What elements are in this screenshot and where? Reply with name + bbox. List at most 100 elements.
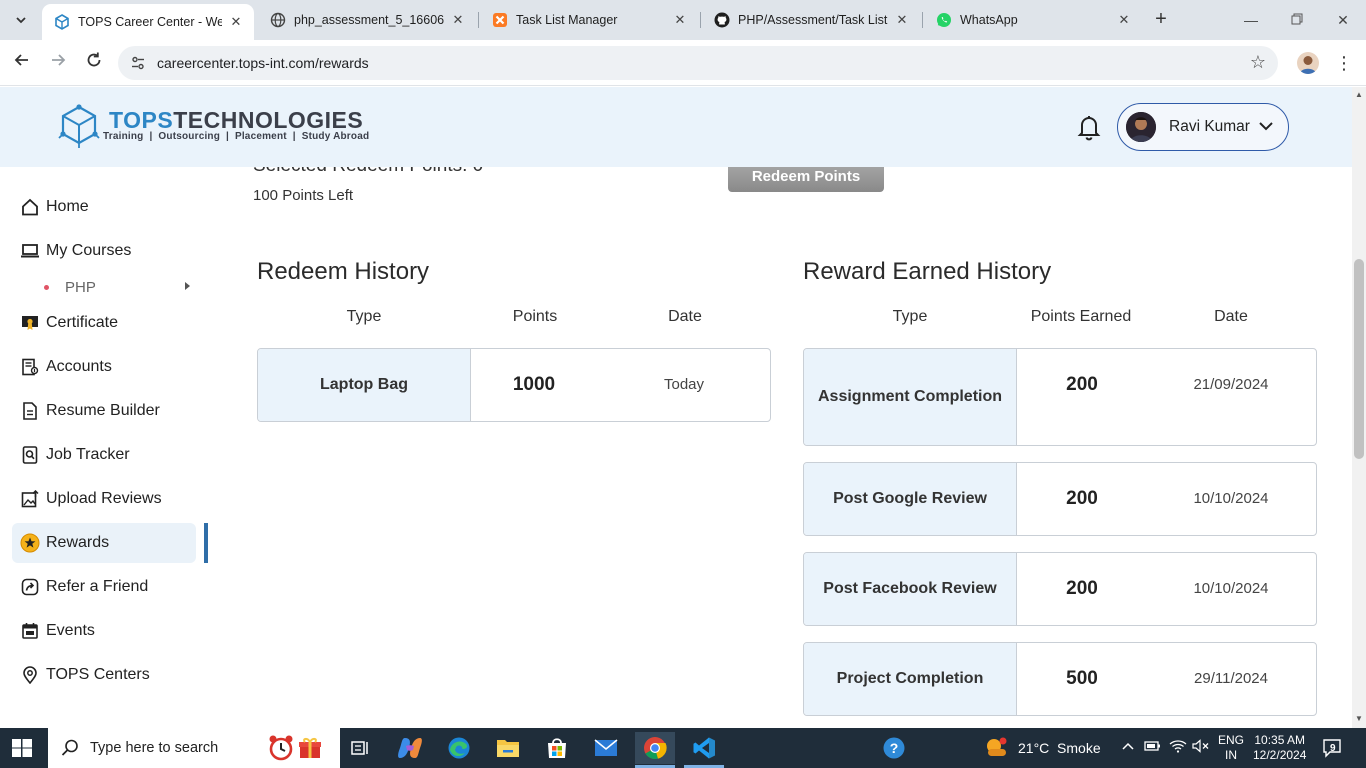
tab-title: Task List Manager — [516, 13, 618, 27]
task-view-button[interactable] — [340, 732, 380, 764]
rewards-main: Selected Redeem Points: 0 100 Points Lef… — [209, 167, 1352, 728]
row-date: 10/10/2024 — [1193, 490, 1269, 507]
accounts-icon — [20, 357, 40, 377]
tray-chevron-up-icon[interactable] — [1121, 739, 1135, 756]
taskbar-search-box[interactable]: Type here to search — [48, 728, 340, 768]
tab-task-list-manager[interactable]: Task List Manager ✕ — [480, 4, 698, 36]
address-bar[interactable]: careercenter.tops-int.com/rewards ☆ — [118, 46, 1278, 80]
minimize-button[interactable]: — — [1236, 8, 1266, 32]
volume-muted-icon[interactable] — [1192, 739, 1210, 756]
tab-search-dropdown[interactable] — [8, 7, 34, 33]
folder-icon — [497, 740, 519, 757]
chrome-button[interactable] — [635, 732, 675, 768]
browser-menu-icon[interactable]: ⋮ — [1334, 52, 1354, 74]
profile-avatar[interactable] — [1297, 52, 1319, 74]
sidebar-item-rewards[interactable]: Rewards — [12, 523, 196, 563]
close-tab-icon[interactable]: ✕ — [228, 14, 244, 30]
edge-button[interactable] — [439, 732, 479, 764]
tab-whatsapp[interactable]: WhatsApp ✕ — [924, 4, 1142, 36]
page-scrollbar[interactable]: ▲ ▼ — [1352, 87, 1366, 728]
close-tab-icon[interactable]: ✕ — [894, 12, 910, 28]
vscode-button[interactable] — [684, 732, 724, 768]
scroll-up-arrow[interactable]: ▲ — [1354, 90, 1364, 100]
reload-icon — [87, 52, 101, 67]
sidebar-item-accounts[interactable]: Accounts — [12, 347, 196, 387]
forward-button[interactable] — [46, 51, 70, 75]
sidebar-item-label: Certificate — [46, 314, 119, 331]
windows-taskbar: Type here to search ? 21°C Smoke ENG IN … — [0, 728, 1366, 768]
tab-tops-career-center[interactable]: TOPS Career Center - Welcome ✕ — [42, 4, 254, 40]
restore-button[interactable] — [1282, 8, 1312, 32]
row-points: 500 — [1066, 668, 1098, 689]
vscode-icon — [693, 737, 715, 759]
sidebar-item-home[interactable]: Home — [12, 187, 196, 227]
system-clock[interactable]: 10:35 AM 12/2/2024 — [1253, 733, 1306, 763]
close-window-button[interactable]: ✕ — [1328, 8, 1358, 32]
sidebar-subitem-php[interactable]: PHP — [44, 277, 194, 297]
chrome-icon — [644, 737, 667, 760]
redeem-points-button[interactable]: Redeem Points — [728, 167, 884, 192]
site-header: TOPSTECHNOLOGIES Training | Outsourcing … — [0, 87, 1352, 167]
task-view-icon — [351, 741, 368, 755]
windows-start-button[interactable] — [10, 736, 34, 760]
reload-button[interactable] — [82, 51, 106, 75]
caret-right-icon — [185, 282, 190, 290]
wifi-icon[interactable] — [1169, 739, 1187, 756]
scroll-down-arrow[interactable]: ▼ — [1354, 714, 1364, 724]
job-tracker-icon — [20, 445, 40, 465]
gift-icon[interactable] — [298, 736, 322, 765]
alarm-clock-icon[interactable] — [268, 734, 294, 767]
back-button[interactable] — [10, 51, 34, 75]
tab-separator — [922, 12, 923, 28]
language-indicator[interactable]: ENG IN — [1218, 733, 1244, 763]
copilot-button[interactable] — [390, 732, 430, 764]
search-icon — [61, 739, 78, 756]
sidebar-item-job-tracker[interactable]: Job Tracker — [12, 435, 196, 475]
battery-icon[interactable] — [1144, 739, 1162, 756]
bookmark-star-icon[interactable]: ☆ — [1250, 52, 1266, 73]
chevron-down-icon — [16, 17, 26, 24]
row-type: Project Completion — [804, 643, 1017, 715]
mail-button[interactable] — [586, 732, 626, 764]
redeem-col-type: Type — [346, 308, 382, 325]
sidebar-item-certificate[interactable]: Certificate — [12, 303, 196, 343]
tab-php-assessment[interactable]: php_assessment_5_1660646 ✕ — [258, 4, 476, 36]
microsoft-store-button[interactable] — [537, 732, 577, 764]
active-indicator — [204, 523, 208, 563]
sidebar-item-upload-reviews[interactable]: Upload Reviews — [12, 479, 196, 519]
windows-logo-icon — [12, 739, 32, 757]
home-icon — [20, 197, 40, 217]
sidebar-item-resume-builder[interactable]: Resume Builder — [12, 391, 196, 431]
certificate-icon — [20, 313, 40, 333]
close-tab-icon[interactable]: ✕ — [1116, 12, 1132, 28]
sidebar-item-tops-centers[interactable]: TOPS Centers — [12, 655, 196, 695]
new-tab-button[interactable]: + — [1148, 8, 1174, 32]
sidebar-item-refer-a-friend[interactable]: Refer a Friend — [12, 567, 196, 607]
user-menu-button[interactable]: Ravi Kumar — [1117, 103, 1289, 151]
tops-logo-icon[interactable] — [58, 103, 100, 149]
notification-bell-icon[interactable] — [1074, 112, 1104, 142]
sidebar-item-events[interactable]: Events — [12, 611, 196, 651]
browser-tab-bar: TOPS Career Center - Welcome ✕ php_asses… — [0, 0, 1366, 40]
row-type: Post Facebook Review — [804, 553, 1017, 625]
sidebar-item-label: Job Tracker — [46, 446, 130, 463]
close-tab-icon[interactable]: ✕ — [672, 12, 688, 28]
site-info-icon[interactable] — [130, 55, 146, 71]
notification-center-button[interactable]: 9 — [1322, 738, 1344, 758]
scrollbar-thumb[interactable] — [1354, 259, 1364, 459]
earned-history-row: Assignment Completion 200 21/09/2024 — [803, 348, 1317, 446]
search-placeholder: Type here to search — [90, 740, 219, 756]
chevron-down-icon — [1258, 116, 1274, 136]
document-icon — [20, 401, 40, 421]
close-tab-icon[interactable]: ✕ — [450, 12, 466, 28]
row-date: 29/11/2024 — [1194, 670, 1268, 687]
tab-github-task-list[interactable]: PHP/Assessment/Task List M ✕ — [702, 4, 920, 36]
browser-toolbar: careercenter.tops-int.com/rewards ☆ — [0, 40, 1366, 86]
help-button[interactable]: ? — [874, 732, 914, 764]
sidebar: Home My Courses PHP Certificate Accounts… — [0, 167, 209, 728]
calendar-icon — [20, 621, 40, 641]
sidebar-item-my-courses[interactable]: My Courses — [12, 231, 196, 271]
file-explorer-button[interactable] — [488, 732, 528, 764]
weather-widget[interactable]: 21°C Smoke — [984, 736, 1101, 760]
user-name: Ravi Kumar — [1169, 118, 1250, 135]
